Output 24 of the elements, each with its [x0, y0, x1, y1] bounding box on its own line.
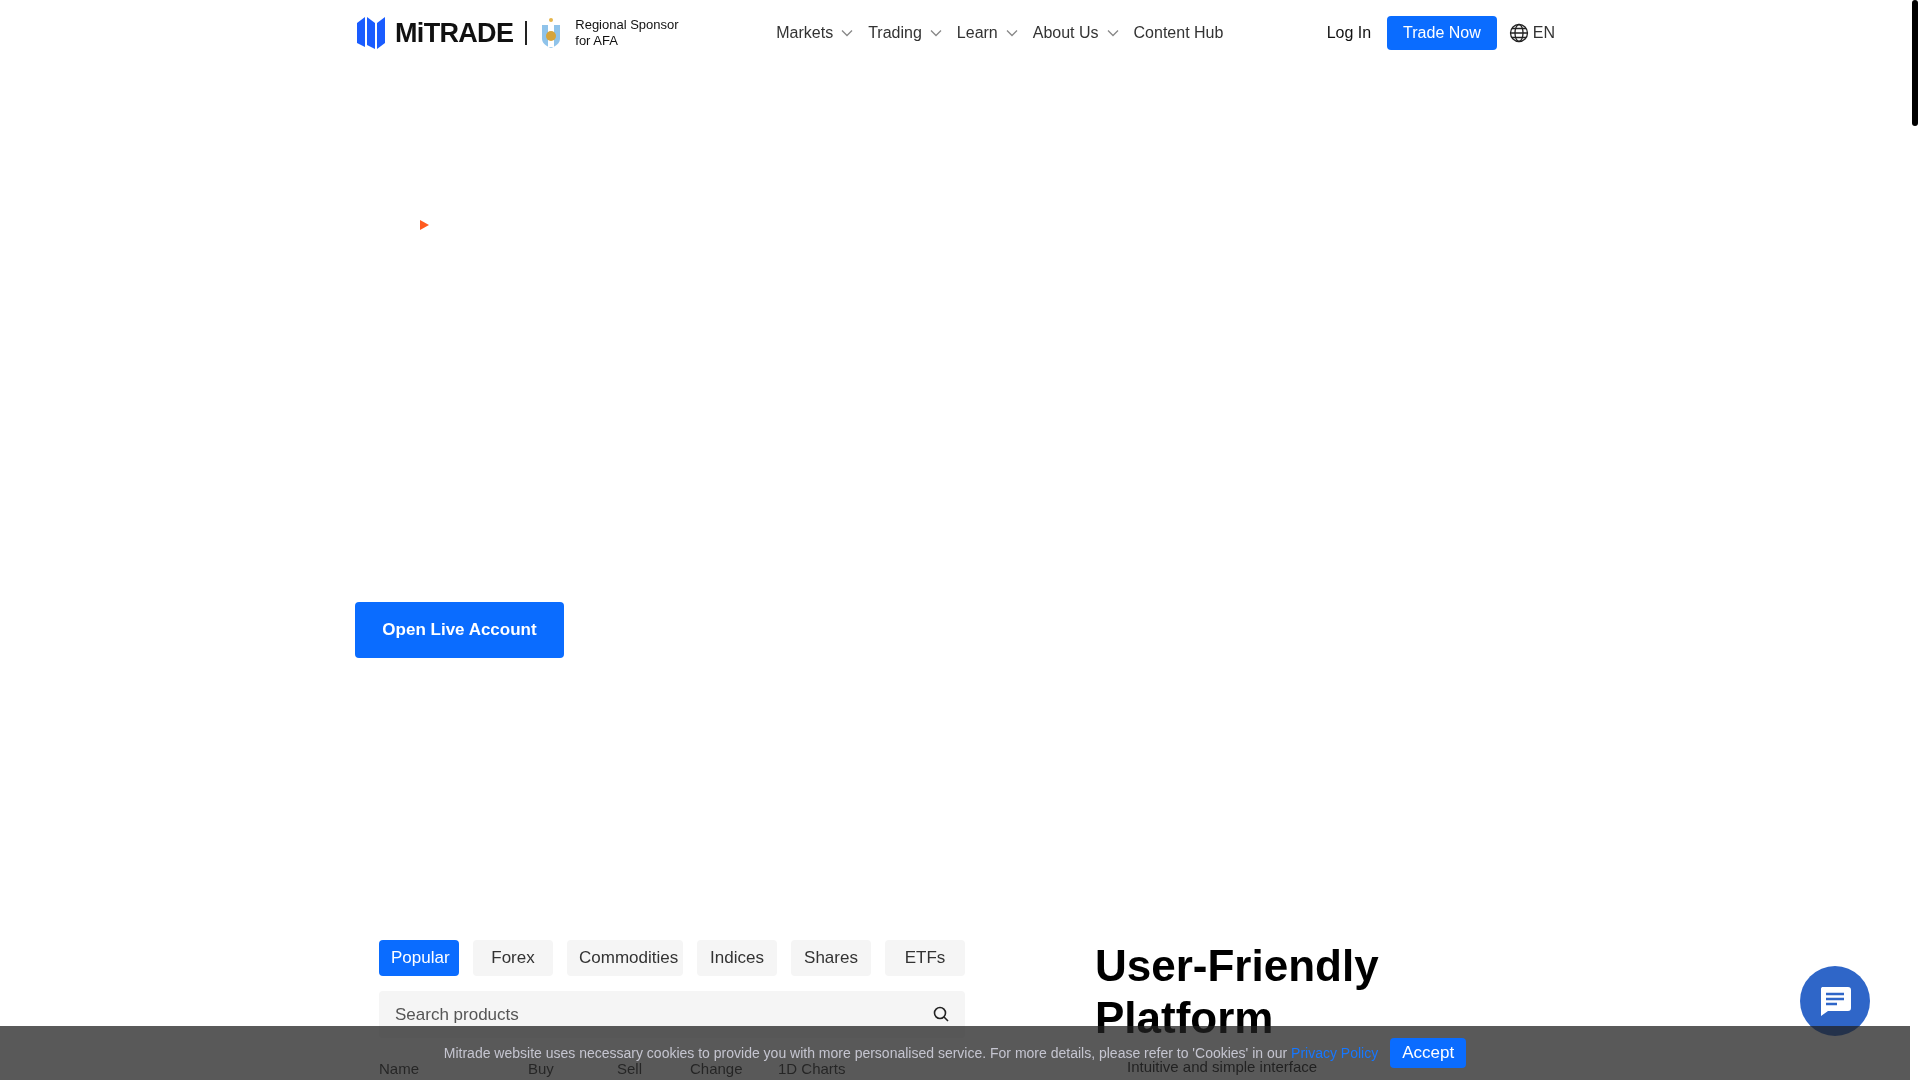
chat-icon [1818, 985, 1852, 1017]
logo-wordmark[interactable]: MiTRADE [395, 12, 514, 54]
category-tab[interactable]: Popular [379, 940, 459, 976]
scrollbar-thumb[interactable] [1912, 0, 1918, 126]
category-tab[interactable]: Forex [473, 940, 553, 976]
category-tab[interactable]: Indices [697, 940, 777, 976]
logo-icon [355, 15, 387, 51]
category-tab[interactable]: Shares [791, 940, 871, 976]
category-tab[interactable]: ETFs [885, 940, 965, 976]
play-icon[interactable] [420, 220, 429, 230]
globe-icon[interactable] [1508, 23, 1529, 43]
nav-link[interactable]: Markets [776, 21, 854, 45]
nav-link[interactable]: About Us [1032, 21, 1119, 45]
language-label[interactable]: EN [1532, 21, 1555, 45]
category-tab[interactable]: Commodities [567, 940, 683, 976]
trade-now-button[interactable]: Trade Now [1387, 16, 1497, 50]
nav-link[interactable]: Trading [868, 21, 942, 45]
sponsor-text: Regional Sponsor for AFA [575, 17, 680, 49]
search-icon[interactable] [933, 1006, 949, 1022]
nav-link[interactable]: Learn [956, 21, 1018, 45]
nav-link[interactable]: Content Hub [1133, 21, 1224, 45]
accept-button[interactable]: Accept [1390, 1038, 1467, 1068]
login-link[interactable]: Log In [1326, 21, 1372, 45]
open-live-account-button[interactable]: Open Live Account [355, 602, 564, 658]
